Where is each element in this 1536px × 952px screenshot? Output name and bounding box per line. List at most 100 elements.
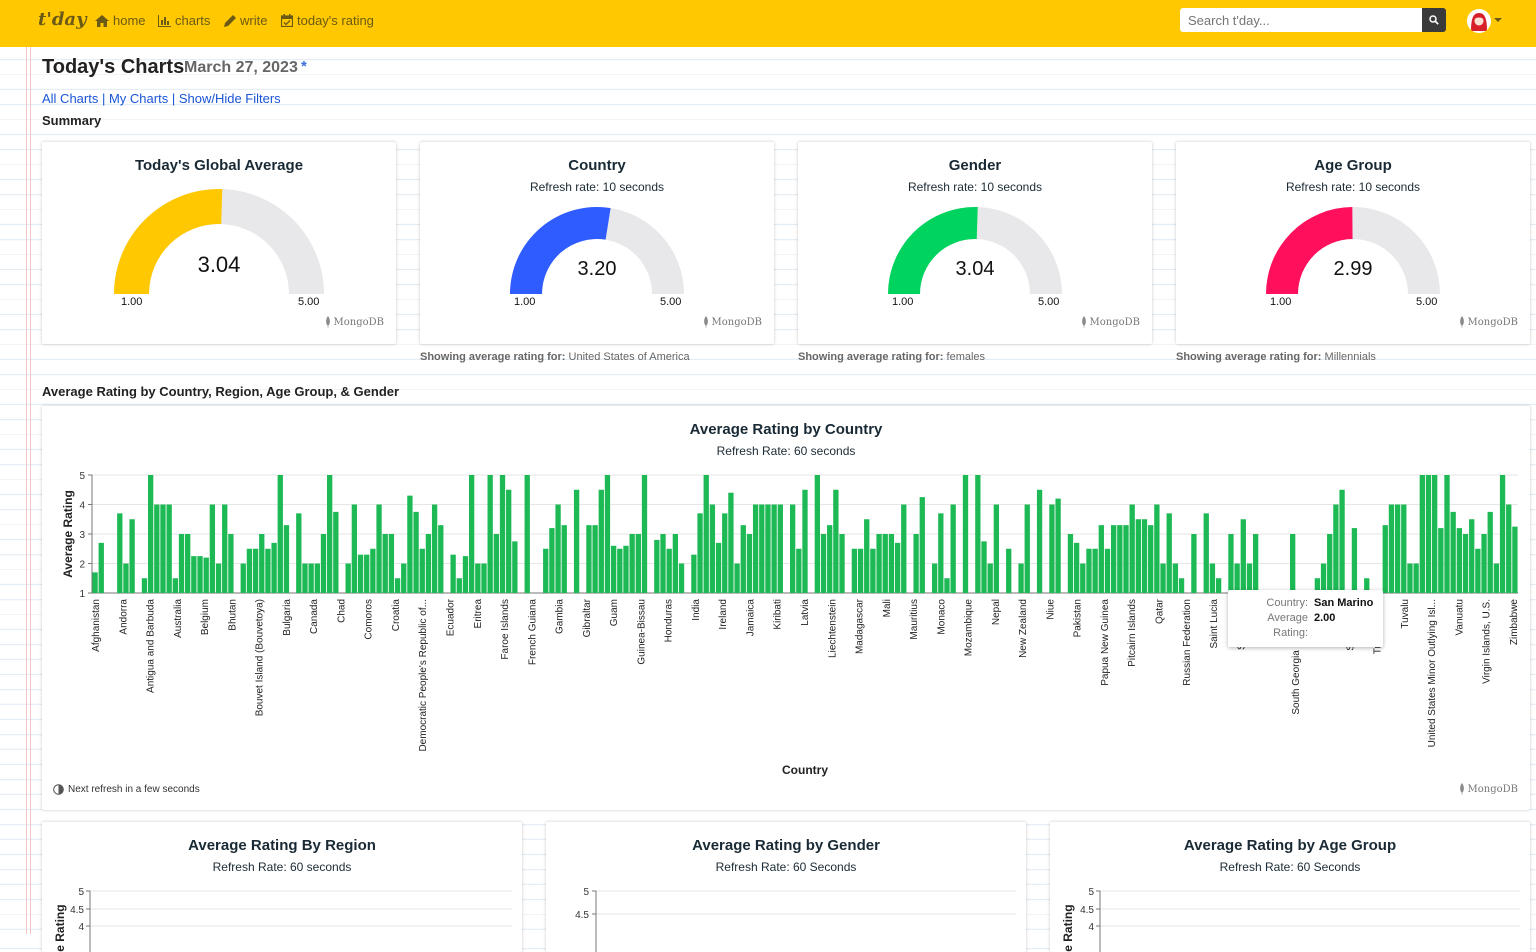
country-bar[interactable] (277, 475, 283, 593)
country-bar[interactable] (660, 534, 666, 593)
country-bar[interactable] (851, 548, 858, 593)
country-bar[interactable] (623, 545, 629, 593)
country-bar[interactable] (197, 556, 203, 593)
country-bar[interactable] (1166, 513, 1172, 593)
country-bar[interactable] (672, 534, 679, 593)
country-bar[interactable] (265, 548, 271, 593)
country-bar[interactable] (771, 504, 777, 594)
country-bar[interactable] (228, 534, 234, 593)
country-bar[interactable] (314, 563, 320, 594)
country-bar[interactable] (722, 513, 728, 593)
country-bar[interactable] (617, 548, 623, 593)
country-bar[interactable] (468, 475, 475, 593)
country-bar[interactable] (1438, 528, 1444, 593)
country-bar[interactable] (1506, 504, 1512, 594)
country-bar[interactable] (209, 504, 216, 594)
country-bar[interactable] (92, 572, 98, 593)
country-bar[interactable] (777, 504, 783, 594)
country-bar[interactable] (697, 513, 703, 593)
country-bar[interactable] (499, 475, 506, 593)
country-bar[interactable] (759, 504, 765, 594)
country-bar[interactable] (1252, 534, 1259, 593)
nav-home[interactable]: home (95, 13, 146, 28)
country-bar[interactable] (728, 492, 734, 593)
country-bar[interactable] (864, 519, 870, 593)
country-bar[interactable] (388, 534, 395, 593)
country-bar[interactable] (802, 489, 808, 593)
country-bar[interactable] (271, 542, 277, 593)
country-bar[interactable] (734, 563, 740, 594)
country-bar[interactable] (203, 557, 209, 593)
country-bar[interactable] (1055, 498, 1061, 593)
country-bar[interactable] (1419, 475, 1425, 593)
country-bar[interactable] (913, 534, 919, 593)
country-bar[interactable] (1499, 475, 1506, 593)
country-bar[interactable] (1407, 563, 1413, 594)
country-bar[interactable] (1024, 504, 1030, 594)
country-bar[interactable] (1469, 519, 1475, 593)
country-bar[interactable] (1339, 489, 1345, 593)
country-bar[interactable] (629, 534, 635, 593)
country-bar[interactable] (252, 548, 259, 593)
country-bar[interactable] (1117, 525, 1123, 593)
country-bar[interactable] (1234, 563, 1240, 594)
country-bar[interactable] (752, 504, 759, 594)
country-bar[interactable] (641, 475, 648, 593)
country-bar[interactable] (1067, 534, 1074, 593)
country-bar[interactable] (425, 534, 432, 593)
country-bar[interactable] (1018, 563, 1024, 594)
country-bar[interactable] (462, 556, 469, 593)
country-bar[interactable] (1098, 525, 1104, 593)
country-bar[interactable] (715, 542, 722, 593)
country-bar[interactable] (1401, 504, 1407, 594)
country-bar[interactable] (1290, 534, 1296, 593)
country-bar[interactable] (222, 504, 228, 594)
country-bar[interactable] (938, 513, 944, 593)
country-bar[interactable] (370, 548, 376, 593)
country-bar[interactable] (1493, 563, 1500, 594)
country-bar[interactable] (919, 497, 925, 593)
country-bar[interactable] (839, 534, 845, 593)
country-bar[interactable] (1240, 519, 1246, 593)
country-bar[interactable] (493, 534, 499, 593)
country-bar[interactable] (240, 563, 246, 594)
country-bar[interactable] (1425, 475, 1432, 593)
show-hide-filters-link[interactable]: Show/Hide Filters (179, 91, 281, 106)
country-bar[interactable] (635, 534, 641, 593)
country-bar[interactable] (1351, 528, 1358, 593)
country-bar[interactable] (833, 489, 839, 593)
country-bar[interactable] (555, 504, 561, 594)
country-bar[interactable] (1333, 504, 1339, 594)
country-bar[interactable] (1160, 563, 1166, 594)
country-bar[interactable] (1104, 548, 1111, 593)
country-bar[interactable] (950, 504, 956, 594)
user-menu-caret-icon[interactable] (1494, 18, 1502, 22)
search-button[interactable] (1422, 8, 1446, 32)
nav-write[interactable]: write (224, 13, 267, 28)
country-bar[interactable] (592, 525, 598, 593)
country-bar[interactable] (512, 541, 518, 593)
country-bar[interactable] (543, 548, 549, 593)
country-bar[interactable] (320, 534, 327, 593)
country-bar[interactable] (147, 475, 154, 593)
country-bar[interactable] (882, 534, 888, 593)
country-bar[interactable] (1394, 504, 1401, 594)
country-bar[interactable] (394, 578, 401, 593)
country-bar[interactable] (678, 563, 685, 594)
country-bar[interactable] (1191, 534, 1197, 593)
country-bar[interactable] (765, 504, 771, 594)
country-bar[interactable] (740, 525, 746, 593)
country-bar[interactable] (1080, 563, 1086, 594)
country-bar[interactable] (215, 563, 222, 594)
country-bar[interactable] (1450, 511, 1456, 593)
country-bar[interactable] (160, 504, 166, 594)
country-bar[interactable] (117, 513, 123, 593)
country-bar[interactable] (475, 563, 481, 594)
country-bar[interactable] (709, 504, 716, 594)
country-bar[interactable] (308, 563, 314, 594)
all-charts-link[interactable]: All Charts (42, 91, 98, 106)
country-bar[interactable] (1123, 525, 1129, 593)
country-bar[interactable] (172, 578, 178, 593)
country-bar[interactable] (962, 475, 969, 593)
country-bar[interactable] (1432, 475, 1438, 593)
